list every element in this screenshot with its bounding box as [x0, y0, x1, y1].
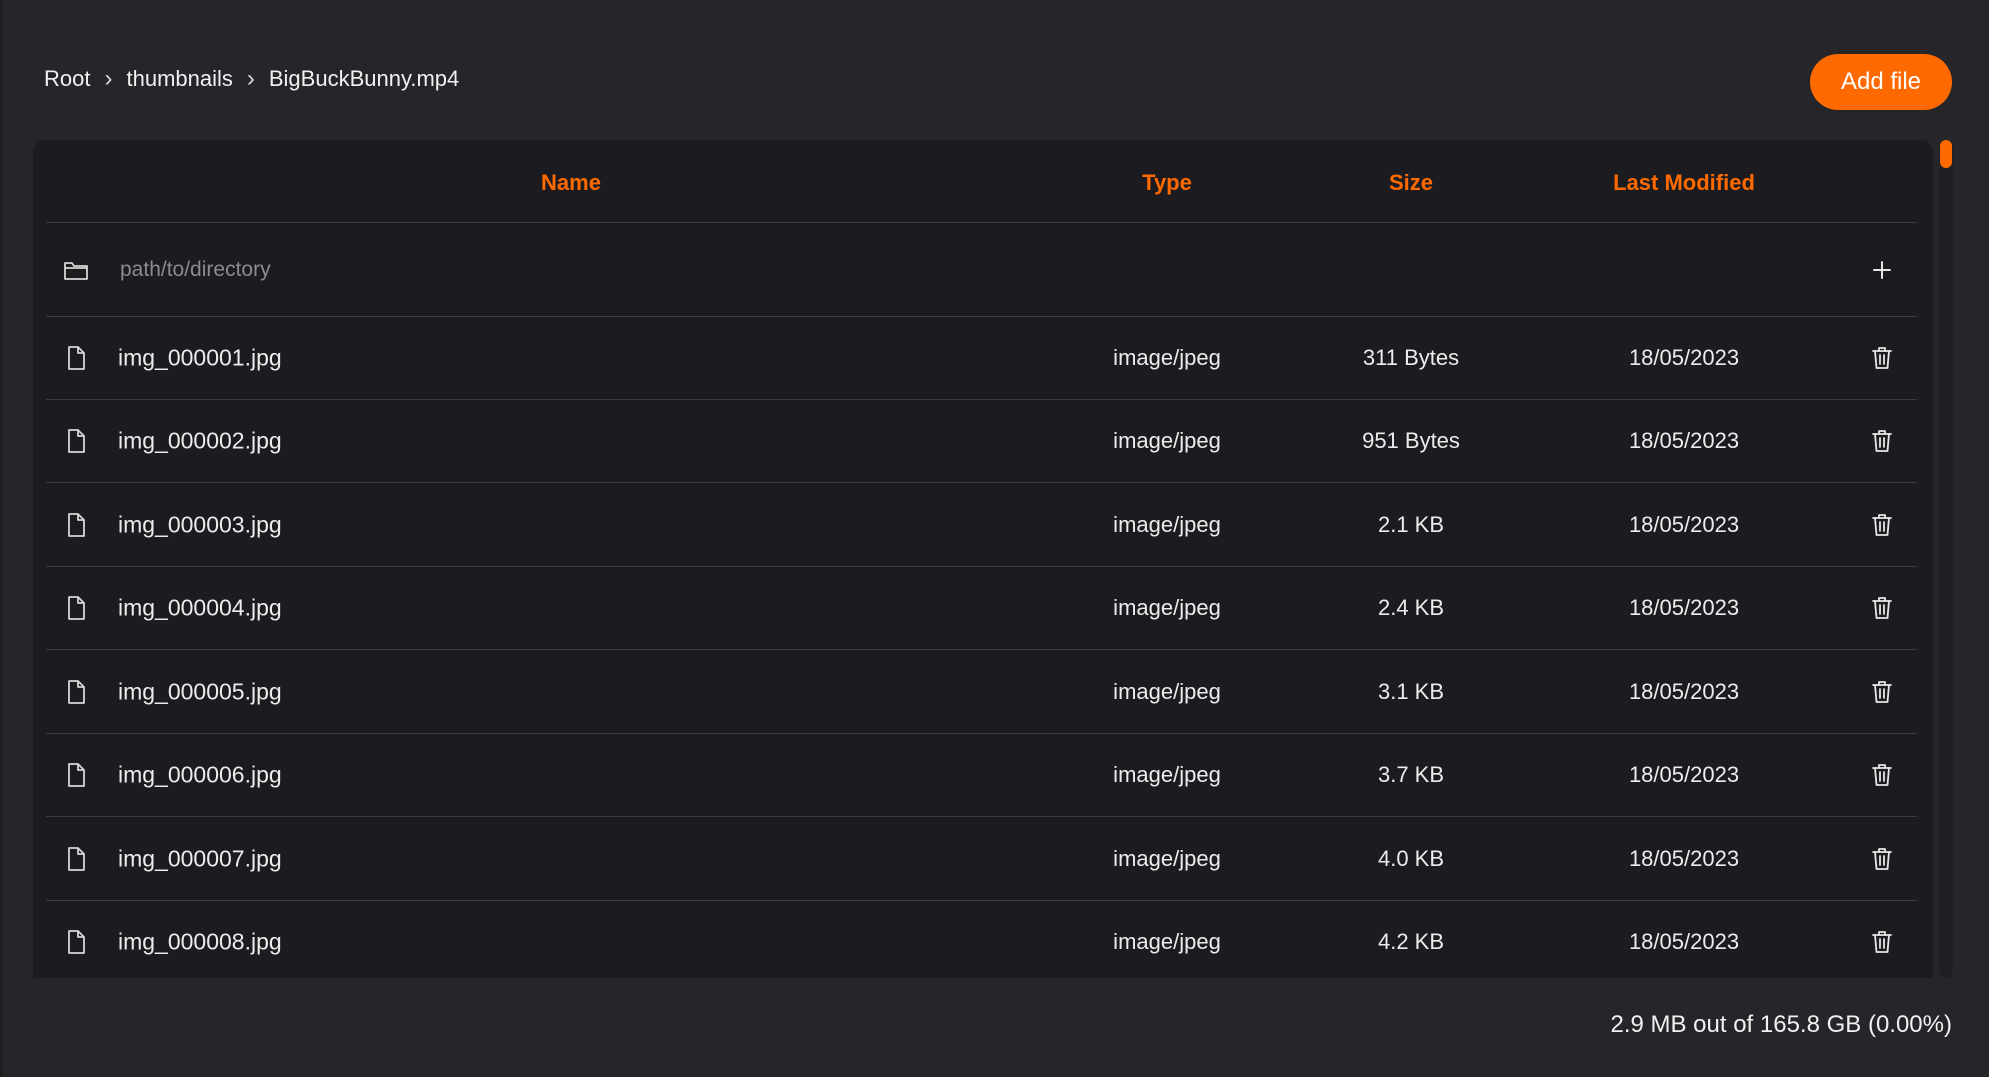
- file-modified: 18/05/2023: [1628, 511, 1740, 537]
- file-type: image/jpeg: [1113, 762, 1221, 787]
- file-name[interactable]: img_000004.jpg: [118, 595, 282, 622]
- column-header-name[interactable]: Name: [541, 170, 601, 196]
- breadcrumb: Root › thumbnails › BigBuckBunny.mp4: [44, 66, 459, 92]
- file-name[interactable]: img_000001.jpg: [118, 345, 282, 372]
- file-icon: [68, 763, 85, 787]
- table-row[interactable]: img_000007.jpg image/jpeg 4.0 KB 18/05/2…: [46, 817, 1917, 900]
- add-file-button[interactable]: Add file: [1810, 54, 1952, 110]
- column-header-type[interactable]: Type: [1142, 170, 1192, 196]
- table-header: Name Type Size Last Modified: [33, 140, 1933, 222]
- trash-icon[interactable]: [1867, 426, 1897, 456]
- file-modified: 18/05/2023: [1628, 678, 1740, 704]
- file-icon: [68, 596, 85, 620]
- trash-icon[interactable]: [1867, 760, 1897, 790]
- new-path-row: [46, 223, 1917, 316]
- file-modified: 18/05/2023: [1628, 929, 1740, 954]
- file-icon: [68, 846, 85, 871]
- file-type: image/jpeg: [1113, 845, 1221, 871]
- file-manager: Root › thumbnails › BigBuckBunny.mp4 Add…: [3, 0, 1989, 1077]
- file-table: Name Type Size Last Modified img_000001.…: [33, 140, 1933, 978]
- file-type: image/jpeg: [1113, 595, 1221, 620]
- file-modified: 18/05/2023: [1628, 762, 1740, 787]
- file-icon: [68, 346, 85, 370]
- file-size: 2.1 KB: [1377, 511, 1445, 537]
- trash-icon[interactable]: [1867, 343, 1897, 373]
- file-name[interactable]: img_000007.jpg: [118, 845, 282, 872]
- file-type: image/jpeg: [1113, 929, 1221, 954]
- scrollbar-thumb[interactable]: [1940, 140, 1952, 168]
- trash-icon[interactable]: [1867, 927, 1897, 957]
- file-size: 4.2 KB: [1377, 929, 1445, 954]
- file-icon: [68, 512, 85, 537]
- file-type: image/jpeg: [1113, 345, 1221, 370]
- breadcrumb-item-current[interactable]: BigBuckBunny.mp4: [269, 66, 459, 92]
- file-icon: [68, 429, 85, 453]
- column-header-last-modified[interactable]: Last Modified: [1613, 170, 1755, 196]
- breadcrumb-item-thumbnails[interactable]: thumbnails: [126, 66, 232, 92]
- file-modified: 18/05/2023: [1628, 345, 1740, 370]
- file-name[interactable]: img_000008.jpg: [118, 929, 282, 956]
- file-size: 3.1 KB: [1377, 678, 1445, 704]
- file-size: 951 Bytes: [1362, 428, 1460, 453]
- table-row[interactable]: img_000002.jpg image/jpeg 951 Bytes 18/0…: [46, 400, 1917, 482]
- file-size: 2.4 KB: [1377, 595, 1445, 620]
- file-type: image/jpeg: [1113, 678, 1221, 704]
- storage-usage: 2.9 MB out of 165.8 GB (0.00%): [1610, 1011, 1952, 1038]
- plus-icon[interactable]: [1867, 255, 1897, 285]
- folder-icon: [64, 261, 88, 280]
- directory-path-input[interactable]: [118, 256, 1022, 283]
- file-type: image/jpeg: [1113, 428, 1221, 453]
- trash-icon[interactable]: [1867, 593, 1897, 623]
- file-modified: 18/05/2023: [1628, 845, 1740, 871]
- breadcrumb-separator: ›: [104, 65, 113, 92]
- column-header-size[interactable]: Size: [1389, 170, 1433, 196]
- file-size: 4.0 KB: [1377, 845, 1445, 871]
- file-name[interactable]: img_000003.jpg: [118, 511, 282, 538]
- breadcrumb-item-root[interactable]: Root: [44, 66, 90, 92]
- file-icon: [68, 930, 85, 954]
- breadcrumb-separator: ›: [246, 65, 255, 92]
- table-row[interactable]: img_000006.jpg image/jpeg 3.7 KB 18/05/2…: [46, 734, 1917, 816]
- trash-icon[interactable]: [1867, 510, 1897, 540]
- file-name[interactable]: img_000006.jpg: [118, 762, 282, 789]
- file-modified: 18/05/2023: [1628, 428, 1740, 453]
- trash-icon[interactable]: [1867, 677, 1897, 707]
- file-type: image/jpeg: [1113, 511, 1221, 537]
- file-size: 311 Bytes: [1362, 345, 1460, 370]
- file-size: 3.7 KB: [1377, 762, 1445, 787]
- table-row[interactable]: img_000003.jpg image/jpeg 2.1 KB 18/05/2…: [46, 483, 1917, 566]
- file-name[interactable]: img_000005.jpg: [118, 678, 282, 705]
- file-name[interactable]: img_000002.jpg: [118, 428, 282, 455]
- table-row[interactable]: img_000008.jpg image/jpeg 4.2 KB 18/05/2…: [46, 901, 1917, 978]
- table-row[interactable]: img_000004.jpg image/jpeg 2.4 KB 18/05/2…: [46, 567, 1917, 649]
- scrollbar-track[interactable]: [1939, 140, 1953, 978]
- table-row[interactable]: img_000005.jpg image/jpeg 3.1 KB 18/05/2…: [46, 650, 1917, 733]
- table-row[interactable]: img_000001.jpg image/jpeg 311 Bytes 18/0…: [46, 317, 1917, 399]
- file-icon: [68, 679, 85, 704]
- trash-icon[interactable]: [1867, 844, 1897, 874]
- file-modified: 18/05/2023: [1628, 595, 1740, 620]
